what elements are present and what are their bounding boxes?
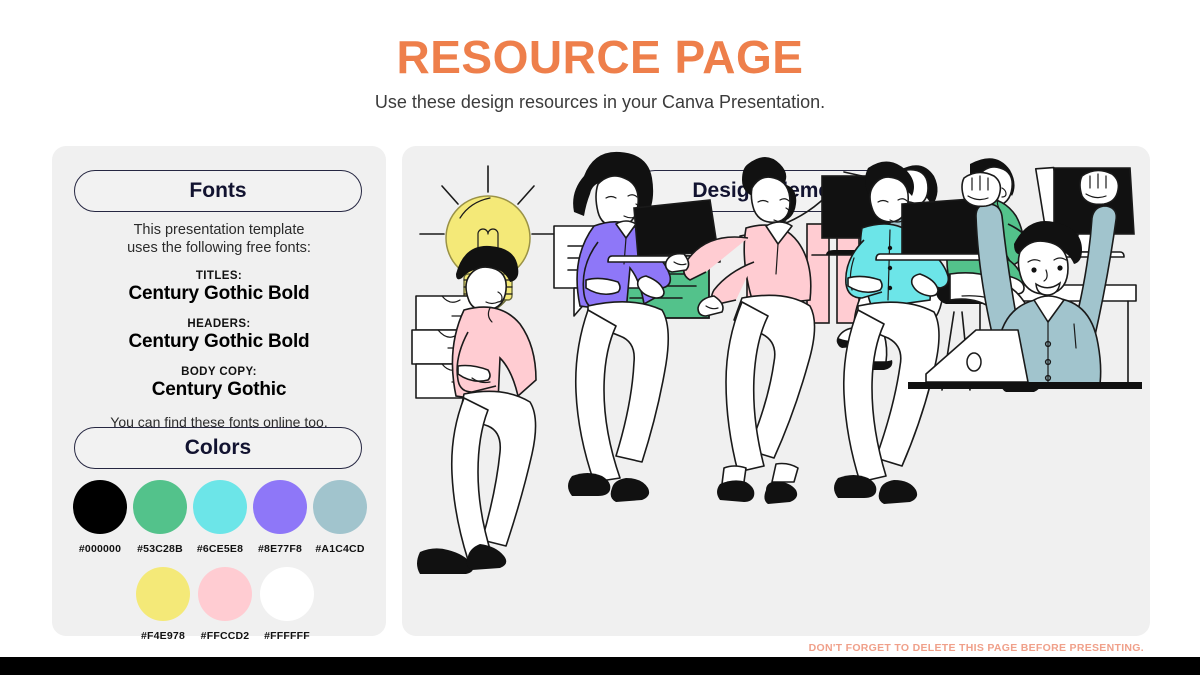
fonts-and-colors-panel: Fonts This presentation template uses th… bbox=[52, 146, 386, 642]
fonts-intro-line-2: uses the following free fonts: bbox=[127, 239, 311, 256]
swatch-hex-label: #6CE5E8 bbox=[196, 543, 244, 555]
color-swatch-row-1: #000000 #53C28B #6CE5E8 #8E77F8 #A1C4CD bbox=[70, 480, 370, 557]
color-swatch-black: #000000 bbox=[70, 480, 130, 557]
fonts-pill-label: Fonts bbox=[189, 179, 247, 202]
design-elements-illustrations: .ln { fill:none; stroke:#1a1a1a; stroke-… bbox=[402, 146, 1150, 636]
swatch-hex-label: #A1C4CD bbox=[315, 543, 365, 555]
swatch-dot bbox=[198, 567, 252, 621]
headers-font-name: Century Gothic Bold bbox=[128, 331, 310, 353]
swatch-dot bbox=[136, 567, 190, 621]
design-elements-panel: Design Elements .ln { fill:none; stroke:… bbox=[402, 146, 1150, 636]
woman-with-laptop-illustration bbox=[568, 151, 721, 502]
swatch-dot bbox=[260, 567, 314, 621]
fonts-description-block: This presentation template uses the foll… bbox=[66, 222, 372, 430]
fonts-intro-line-1: This presentation template bbox=[133, 222, 305, 238]
swatch-dot bbox=[193, 480, 247, 534]
swatch-hex-label: #53C28B bbox=[137, 543, 183, 555]
page-title: RESOURCE PAGE bbox=[396, 31, 804, 83]
color-swatch-white: #FFFFFF bbox=[256, 567, 318, 644]
person-carrying-boxes-illustration bbox=[411, 245, 537, 574]
body-copy-font-name: Century Gothic bbox=[151, 379, 287, 401]
color-swatch-green: #53C28B bbox=[130, 480, 190, 557]
color-swatch-blue-gray: #A1C4CD bbox=[310, 480, 370, 557]
titles-label: TITLES: bbox=[195, 270, 243, 283]
swatch-dot bbox=[313, 480, 367, 534]
swatch-hex-label: #F4E978 bbox=[140, 630, 185, 642]
swatch-hex-label: #000000 bbox=[78, 543, 122, 555]
color-swatch-purple: #8E77F8 bbox=[250, 480, 310, 557]
color-swatch-cyan: #6CE5E8 bbox=[190, 480, 250, 557]
colors-section-pill: Colors bbox=[74, 427, 362, 469]
colors-pill-label: Colors bbox=[184, 436, 252, 459]
swatch-hex-label: #8E77F8 bbox=[257, 543, 302, 555]
swatch-hex-label: #FFCCD2 bbox=[200, 630, 250, 642]
swatch-dot bbox=[133, 480, 187, 534]
swatch-dot bbox=[253, 480, 307, 534]
page-subtitle: Use these design resources in your Canva… bbox=[374, 92, 826, 112]
color-swatch-yellow: #F4E978 bbox=[132, 567, 194, 644]
color-swatch-pink: #FFCCD2 bbox=[194, 567, 256, 644]
color-swatch-grid: #000000 #53C28B #6CE5E8 #8E77F8 #A1C4CD bbox=[70, 480, 370, 644]
fonts-section-pill: Fonts bbox=[74, 170, 362, 212]
swatch-dot bbox=[73, 480, 127, 534]
bottom-bar bbox=[0, 657, 1200, 675]
headers-label: HEADERS: bbox=[187, 318, 251, 331]
delete-page-reminder: DON'T FORGET TO DELETE THIS PAGE BEFORE … bbox=[808, 642, 1144, 654]
body-copy-label: BODY COPY: bbox=[181, 366, 257, 379]
swatch-hex-label: #FFFFFF bbox=[264, 630, 310, 642]
color-swatch-row-2: #F4E978 #FFCCD2 #FFFFFF bbox=[70, 567, 370, 644]
titles-font-name: Century Gothic Bold bbox=[128, 283, 310, 305]
resource-page: RESOURCE PAGE Use these design resources… bbox=[0, 0, 1200, 675]
